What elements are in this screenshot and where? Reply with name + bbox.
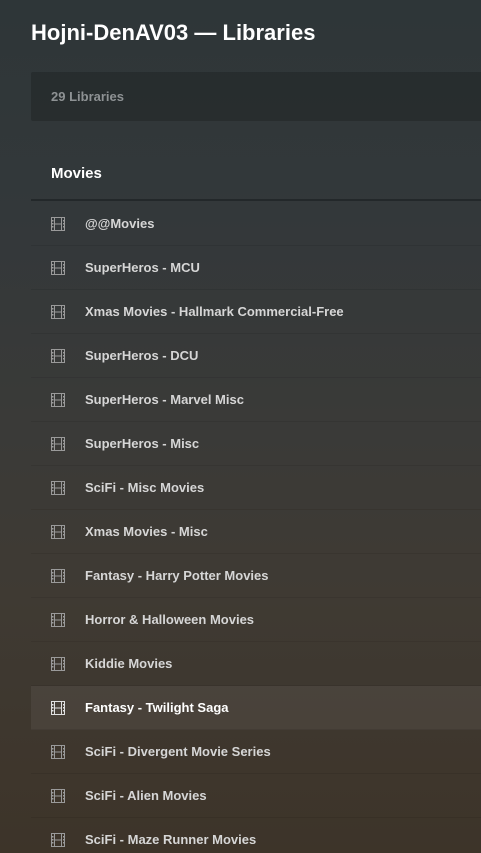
film-icon [51,613,65,627]
film-icon [51,437,65,451]
section-title: Movies [51,165,102,182]
library-item[interactable]: Horror & Halloween Movies [31,598,481,642]
section-header-movies: Movies [31,149,481,201]
library-item-label: @@Movies [85,216,155,231]
library-item[interactable]: Xmas Movies - Hallmark Commercial-Free [31,290,481,334]
library-item[interactable]: SciFi - Misc Movies [31,466,481,510]
film-icon [51,525,65,539]
library-item[interactable]: SuperHeros - MCU [31,246,481,290]
page-title: Hojni-DenAV03 — Libraries [31,20,316,45]
film-icon [51,701,65,715]
library-item-label: SuperHeros - Marvel Misc [85,392,244,407]
film-icon [51,393,65,407]
library-item-label: SuperHeros - DCU [85,348,199,363]
library-item[interactable]: SuperHeros - Misc [31,422,481,466]
library-item[interactable]: SuperHeros - DCU [31,334,481,378]
library-count: 29 Libraries [51,89,124,104]
library-item-label: Fantasy - Harry Potter Movies [85,568,269,583]
library-item[interactable]: @@Movies [31,202,481,246]
film-icon [51,349,65,363]
library-summary-bar: 29 Libraries [31,72,481,121]
library-item[interactable]: SuperHeros - Marvel Misc [31,378,481,422]
film-icon [51,789,65,803]
library-item[interactable]: Kiddie Movies [31,642,481,686]
library-item-label: Fantasy - Twilight Saga [85,700,229,715]
library-item-label: Kiddie Movies [85,656,173,671]
film-icon [51,217,65,231]
library-item[interactable]: SciFi - Alien Movies [31,774,481,818]
film-icon [51,745,65,759]
film-icon [51,305,65,319]
library-item-label: SuperHeros - MCU [85,260,200,275]
library-list: @@Movies SuperHeros - MCU Xmas Movies - Ha… [31,202,481,853]
library-item-label: SuperHeros - Misc [85,436,200,451]
library-item-label: Xmas Movies - Misc [85,524,208,539]
film-icon [51,833,65,847]
film-icon [51,657,65,671]
library-item-label: SciFi - Maze Runner Movies [85,832,257,847]
library-item-label: SciFi - Divergent Movie Series [85,744,271,759]
film-icon [51,481,65,495]
library-item-label: SciFi - Alien Movies [85,788,207,803]
library-item[interactable]: SciFi - Divergent Movie Series [31,730,481,774]
library-item[interactable]: Fantasy - Twilight Saga [31,686,481,730]
film-icon [51,569,65,583]
library-item[interactable]: Xmas Movies - Misc [31,510,481,554]
library-item[interactable]: Fantasy - Harry Potter Movies [31,554,481,598]
library-item-label: Horror & Halloween Movies [85,612,255,627]
library-item[interactable]: SciFi - Maze Runner Movies [31,818,481,853]
library-item-label: SciFi - Misc Movies [85,480,205,495]
library-item-label: Xmas Movies - Hallmark Commercial-Free [85,304,344,319]
film-icon [51,261,65,275]
